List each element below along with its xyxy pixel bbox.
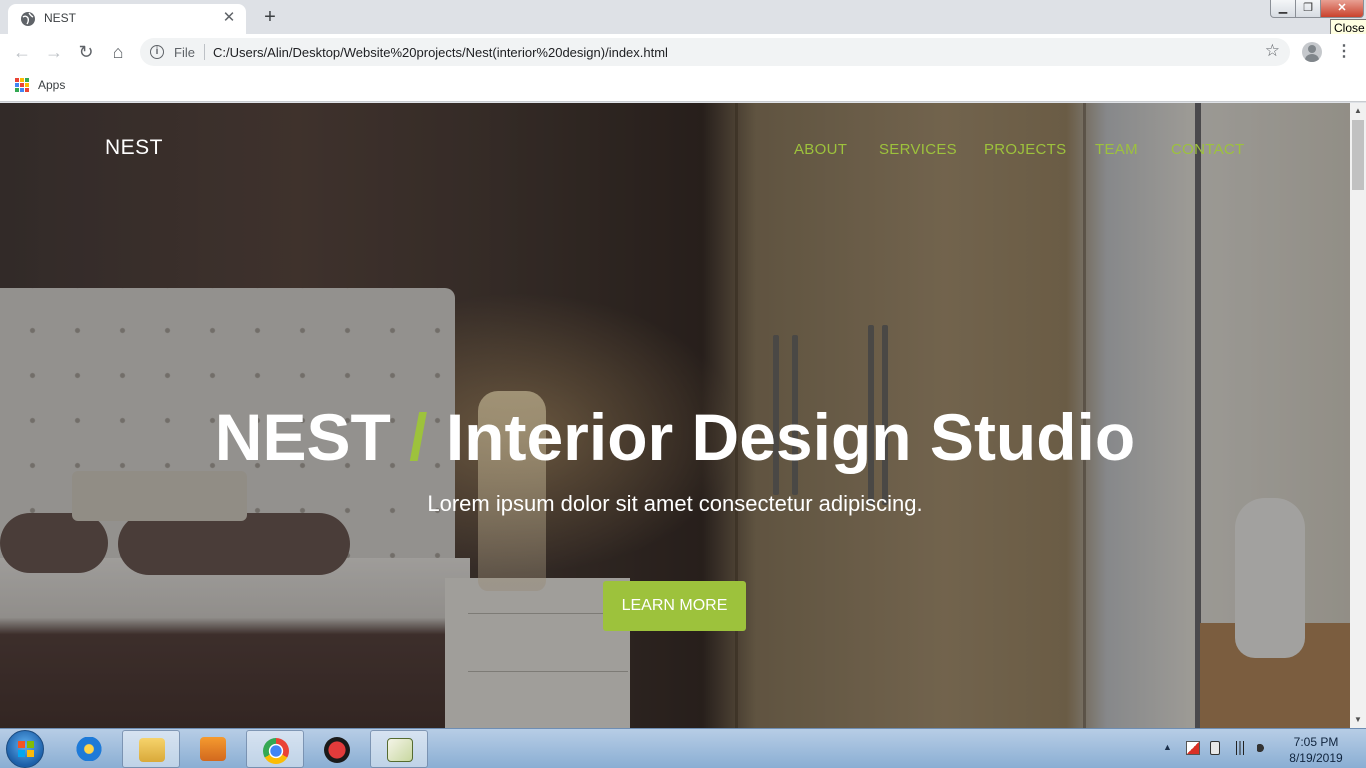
internet-explorer-icon[interactable] — [60, 730, 118, 768]
hero-title: NEST / Interior Design Studio — [0, 399, 1350, 475]
volume-icon[interactable] — [1257, 741, 1271, 755]
address-divider — [204, 44, 205, 60]
url-text[interactable]: C:/Users/Alin/Desktop/Website%20projects… — [213, 45, 668, 60]
browser-tab[interactable]: NEST ✕ — [8, 4, 246, 34]
file-explorer-icon[interactable] — [122, 730, 180, 768]
forward-button[interactable]: → — [42, 40, 66, 64]
media-player-icon[interactable] — [184, 730, 242, 768]
back-button[interactable]: ← — [10, 40, 34, 64]
start-button[interactable] — [6, 730, 44, 768]
notepad-chart-icon[interactable] — [370, 730, 428, 768]
action-center-flag-icon[interactable] — [1186, 741, 1200, 755]
clock-date: 8/19/2019 — [1289, 751, 1343, 765]
hero-title-brand: NEST — [214, 400, 391, 474]
nav-link-services[interactable]: SERVICES — [879, 141, 957, 158]
maximize-button[interactable]: ❐ — [1295, 0, 1321, 18]
hero-title-slash: / — [409, 400, 428, 474]
site-logo[interactable]: NEST — [105, 136, 163, 160]
chrome-icon[interactable] — [246, 730, 304, 768]
page-scrollbar[interactable]: ▲ ▼ — [1350, 103, 1366, 728]
nav-link-team[interactable]: TEAM — [1095, 141, 1138, 158]
windows-taskbar: ▲ 7:05 PM 8/19/2019 — [0, 728, 1366, 768]
new-tab-button[interactable]: + — [258, 6, 282, 28]
profile-avatar-icon[interactable] — [1302, 42, 1322, 62]
windows-logo-icon — [18, 741, 34, 757]
home-button[interactable]: ⌂ — [106, 40, 130, 64]
nav-link-about[interactable]: ABOUT — [794, 141, 847, 158]
battery-icon[interactable] — [1210, 741, 1220, 755]
hero-title-rest: Interior Design Studio — [445, 400, 1136, 474]
apps-shortcut[interactable]: Apps — [38, 78, 65, 92]
scroll-thumb[interactable] — [1352, 120, 1364, 190]
network-signal-icon[interactable] — [1233, 741, 1247, 755]
learn-more-button[interactable]: LEARN MORE — [603, 581, 746, 631]
tab-close-icon[interactable]: ✕ — [220, 9, 238, 27]
scheme-label: File — [174, 45, 195, 60]
nav-link-contact[interactable]: CONTACT — [1171, 141, 1244, 158]
system-clock[interactable]: 7:05 PM 8/19/2019 — [1282, 734, 1350, 766]
browser-toolbar: ← → ↻ ⌂ i File C:/Users/Alin/Desktop/Web… — [0, 34, 1366, 70]
reload-button[interactable]: ↻ — [74, 40, 98, 64]
scroll-down-arrow-icon[interactable]: ▼ — [1350, 712, 1366, 728]
clock-time: 7:05 PM — [1293, 735, 1339, 749]
bookmarks-bar: Apps — [0, 70, 1366, 102]
app-red-icon[interactable] — [308, 730, 366, 768]
globe-icon — [21, 12, 35, 26]
address-bar[interactable]: i File C:/Users/Alin/Desktop/Website%20p… — [140, 38, 1290, 66]
scroll-up-arrow-icon[interactable]: ▲ — [1350, 103, 1366, 119]
tray-expand-icon[interactable]: ▲ — [1163, 742, 1172, 752]
window-close-button[interactable]: ✕ — [1320, 0, 1364, 18]
apps-grid-icon[interactable] — [15, 78, 29, 92]
tab-title: NEST — [44, 11, 77, 25]
browser-menu-icon[interactable]: ⋮ — [1334, 40, 1354, 64]
bookmark-star-icon[interactable]: ☆ — [1265, 41, 1280, 61]
hero-subtitle: Lorem ipsum dolor sit amet consectetur a… — [427, 491, 923, 516]
nav-link-projects[interactable]: PROJECTS — [984, 141, 1066, 158]
tab-strip: NEST ✕ + ▁ ❐ ✕ — [0, 0, 1366, 34]
info-icon[interactable]: i — [150, 45, 164, 59]
page-viewport: NEST ABOUT SERVICES PROJECTS TEAM CONTAC… — [0, 103, 1350, 728]
minimize-button[interactable]: ▁ — [1270, 0, 1296, 18]
